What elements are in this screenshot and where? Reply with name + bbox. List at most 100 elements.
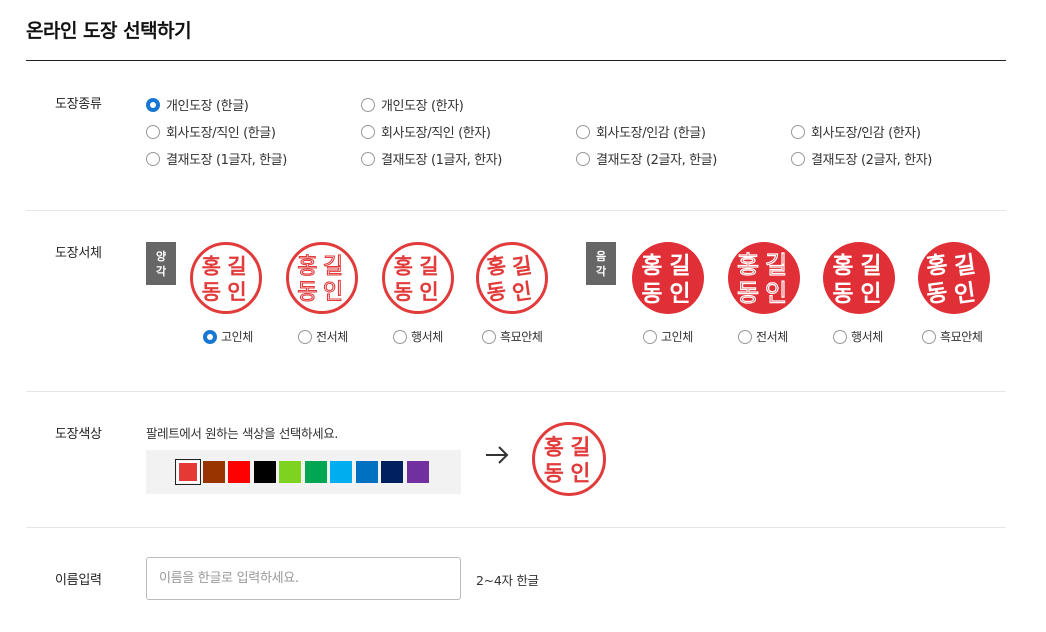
seal-character: 동	[297, 280, 317, 305]
seal-character: 동	[832, 280, 853, 307]
color-swatch[interactable]	[175, 459, 201, 485]
seal-font-option[interactable]: 흑묘안체	[482, 328, 543, 345]
seal-type-option[interactable]: 회사도장/인감 (한자)	[791, 122, 921, 141]
seal-character: 동	[485, 278, 508, 305]
seal-preview[interactable]: 홍길동인	[918, 242, 990, 314]
seal-font-option[interactable]: 전서체	[738, 328, 788, 345]
seal-character: 길	[860, 252, 881, 279]
seal-character: 길	[323, 254, 343, 279]
seal-font-label: 고인체	[221, 330, 253, 344]
seal-character: 홍	[485, 252, 508, 279]
seal-font-option[interactable]: 흑묘안체	[922, 328, 983, 345]
seal-type-option[interactable]: 결재도장 (2글자, 한자)	[791, 149, 932, 168]
page-title: 온라인 도장 선택하기	[26, 20, 192, 42]
seal-type-option[interactable]: 개인도장 (한자)	[361, 95, 464, 114]
seal-character: 동	[925, 280, 950, 309]
seal-preview[interactable]: 홍길동인	[728, 242, 800, 314]
seal-character: 인	[765, 279, 787, 307]
color-swatch[interactable]	[330, 461, 352, 483]
seal-font-option[interactable]: 고인체	[203, 328, 253, 345]
seal-character: 동	[544, 462, 564, 487]
seal-type-option[interactable]: 회사도장/인감 (한글)	[576, 122, 706, 141]
seal-type-option-label: 결재도장 (1글자, 한글)	[166, 153, 287, 168]
seal-character: 길	[511, 252, 534, 279]
radio-button[interactable]	[146, 97, 160, 112]
seal-character: 홍	[297, 254, 317, 279]
radio-button[interactable]	[576, 151, 590, 166]
seal-font-option[interactable]: 행서체	[833, 328, 883, 345]
seal-font-label: 전서체	[316, 330, 348, 344]
seal-font-option[interactable]: 전서체	[298, 328, 348, 345]
color-swatch[interactable]	[355, 461, 378, 483]
seal-character: 동	[737, 279, 759, 307]
seal-preview[interactable]: 홍길동인	[532, 422, 606, 496]
radio-button[interactable]	[146, 124, 160, 139]
name-hint: 2~4자 한글	[476, 573, 539, 588]
seal-character: 인	[323, 280, 343, 305]
section-divider	[26, 210, 1006, 211]
seal-character: 홍	[202, 253, 221, 278]
radio-button[interactable]	[643, 329, 657, 344]
color-swatch[interactable]	[202, 461, 225, 483]
name-input[interactable]	[146, 557, 461, 600]
color-swatch[interactable]	[381, 461, 403, 483]
seal-type-option[interactable]: 결재도장 (2글자, 한글)	[576, 149, 717, 168]
seal-font-option[interactable]: 행서체	[393, 328, 443, 345]
radio-button[interactable]	[361, 124, 375, 139]
seal-font-label: 전서체	[756, 330, 788, 344]
seal-font-label: 도장서체	[55, 246, 102, 261]
radio-button[interactable]	[922, 329, 936, 344]
radio-button[interactable]	[393, 329, 407, 344]
negative-tag-char: 음	[595, 249, 607, 263]
color-swatch[interactable]	[304, 461, 327, 483]
seal-character: 동	[394, 279, 413, 304]
radio-button[interactable]	[146, 151, 160, 166]
seal-type-option-label: 개인도장 (한글)	[166, 99, 249, 114]
seal-preview[interactable]: 홍길동인	[190, 242, 262, 314]
color-swatch[interactable]	[228, 461, 250, 483]
seal-type-option-label: 결재도장 (2글자, 한글)	[596, 153, 717, 168]
seal-preview[interactable]: 홍길동인	[823, 242, 895, 314]
positive-engraving-tag: 양 각	[146, 242, 176, 285]
color-swatch[interactable]	[279, 461, 301, 483]
seal-character: 길	[570, 435, 590, 460]
seal-type-option[interactable]: 개인도장 (한글)	[146, 95, 249, 114]
seal-type-option-label: 회사도장/직인 (한글)	[166, 126, 276, 141]
radio-button[interactable]	[791, 124, 805, 139]
seal-font-label: 흑묘안체	[940, 330, 983, 344]
seal-character: 동	[202, 279, 221, 304]
seal-character: 길	[227, 253, 246, 278]
radio-button[interactable]	[298, 329, 312, 344]
negative-tag-char: 각	[595, 264, 607, 278]
arrow-right-icon	[486, 446, 509, 464]
seal-preview[interactable]: 홍길동인	[286, 242, 358, 314]
color-palette	[146, 450, 461, 494]
radio-button[interactable]	[361, 151, 375, 166]
seal-character: 홍	[737, 251, 759, 279]
radio-button[interactable]	[203, 329, 217, 344]
radio-button[interactable]	[361, 97, 375, 112]
seal-type-option[interactable]: 결재도장 (1글자, 한자)	[361, 149, 502, 168]
radio-button[interactable]	[791, 151, 805, 166]
seal-font-option[interactable]: 고인체	[643, 328, 693, 345]
color-swatch[interactable]	[406, 461, 429, 483]
radio-button[interactable]	[833, 329, 847, 344]
seal-type-option[interactable]: 회사도장/직인 (한자)	[361, 122, 491, 141]
section-divider	[26, 527, 1006, 528]
radio-button[interactable]	[738, 329, 752, 344]
seal-preview[interactable]: 홍길동인	[382, 242, 454, 314]
seal-character: 인	[669, 281, 690, 307]
radio-button[interactable]	[576, 124, 590, 139]
name-input-label: 이름입력	[55, 573, 102, 588]
seal-type-option[interactable]: 결재도장 (1글자, 한글)	[146, 149, 287, 168]
seal-character: 인	[570, 462, 590, 487]
section-divider	[26, 391, 1006, 392]
seal-type-option-label: 회사도장/인감 (한글)	[596, 126, 706, 141]
radio-button[interactable]	[482, 329, 496, 344]
seal-font-label: 고인체	[661, 330, 693, 344]
color-swatch[interactable]	[253, 461, 276, 483]
seal-preview[interactable]: 홍길동인	[632, 242, 704, 314]
seal-preview[interactable]: 홍길동인	[476, 242, 548, 314]
seal-type-option[interactable]: 회사도장/직인 (한글)	[146, 122, 276, 141]
seal-color-label: 도장색상	[55, 427, 102, 442]
